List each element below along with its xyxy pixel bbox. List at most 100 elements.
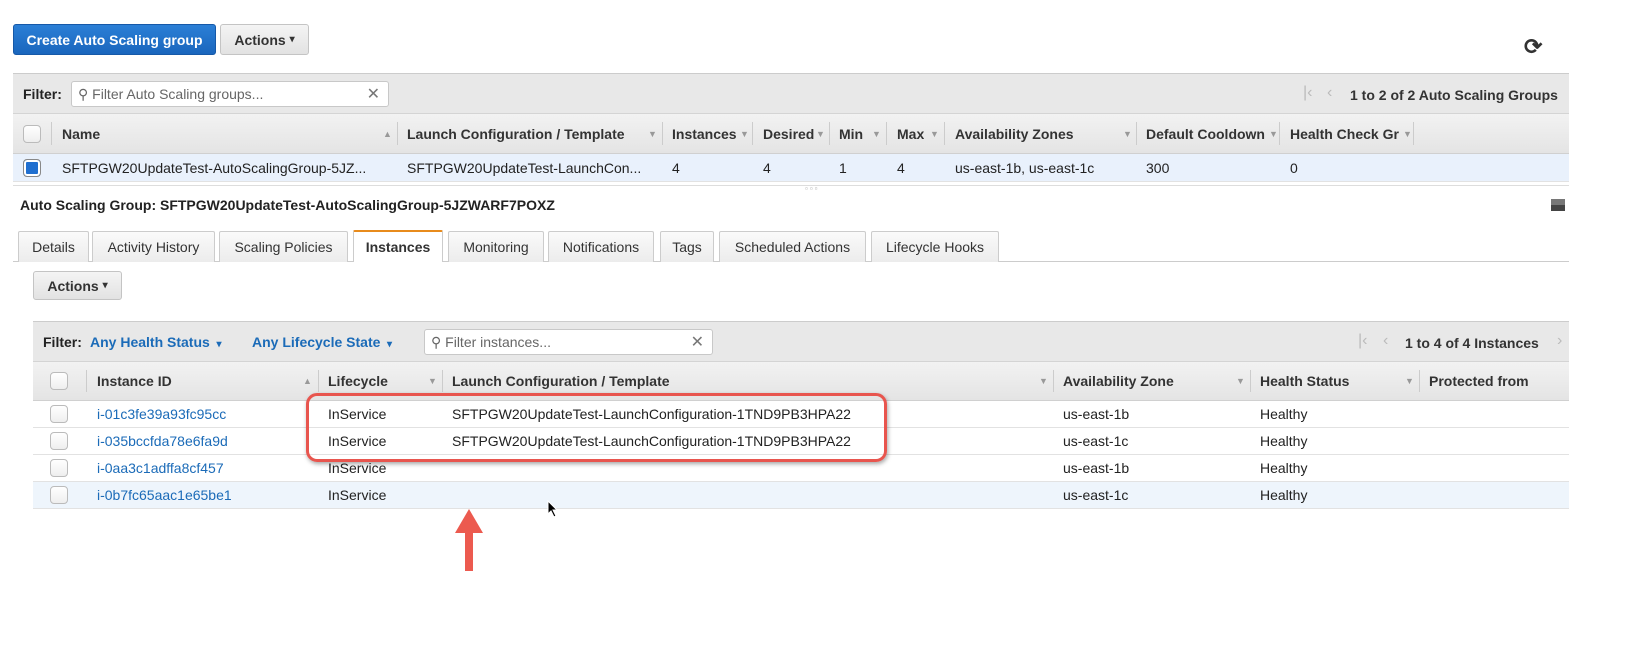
search-icon: ⚲ — [431, 333, 442, 350]
groups-filter-input[interactable]: ⚲ Filter Auto Scaling groups... ✕ — [71, 81, 389, 107]
cell-availability-zone: us-east-1b — [1063, 406, 1130, 422]
col-health-check[interactable]: Health Check Gr — [1290, 114, 1404, 153]
cell-health-status: Healthy — [1260, 460, 1308, 476]
dropdown-icon[interactable]: ▼ — [1236, 362, 1245, 400]
cell-health-status: Healthy — [1260, 406, 1308, 422]
dropdown-icon[interactable]: ▼ — [1039, 362, 1048, 400]
tab-lifecycle-hooks[interactable]: Lifecycle Hooks — [871, 231, 999, 262]
create-auto-scaling-group-button[interactable]: Create Auto Scaling group — [13, 24, 216, 55]
tab-details[interactable]: Details — [18, 231, 89, 262]
maximize-panel-icon[interactable] — [1551, 199, 1565, 211]
select-all-checkbox[interactable] — [50, 372, 68, 390]
dropdown-icon[interactable]: ▼ — [872, 114, 881, 153]
instance-id-link[interactable]: i-035bccfda78e6fa9d — [97, 428, 228, 454]
instance-id-link[interactable]: i-01c3fe39a93fc95cc — [97, 401, 226, 427]
first-page-icon[interactable]: |‹ — [1358, 332, 1367, 350]
col-health-status[interactable]: Health Status — [1260, 362, 1349, 400]
instances-filter-bar: Filter: Any Health Status ▾ Any Lifecycl… — [33, 321, 1569, 362]
filter-label: Filter: — [23, 86, 62, 102]
cell-az: us-east-1b, us-east-1c — [955, 159, 1095, 176]
next-page-icon[interactable]: › — [1557, 332, 1562, 350]
instances-pager: 1 to 4 of 4 Instances — [1405, 335, 1539, 351]
lifecycle-state-filter[interactable]: Any Lifecycle State ▾ — [252, 334, 392, 350]
actions-label: Actions — [47, 277, 99, 294]
select-all-checkbox[interactable] — [23, 125, 41, 143]
table-row[interactable]: SFTPGW20UpdateTest-AutoScalingGroup-5JZ.… — [13, 154, 1569, 182]
table-row[interactable]: i-0b7fc65aac1e65be1 InService us-east-1c… — [33, 482, 1569, 509]
instance-id-link[interactable]: i-0b7fc65aac1e65be1 — [97, 482, 232, 508]
cell-health-status: Healthy — [1260, 433, 1308, 449]
tab-scaling-policies[interactable]: Scaling Policies — [219, 231, 348, 262]
groups-filter-bar: Filter: ⚲ Filter Auto Scaling groups... ✕… — [13, 73, 1569, 114]
groups-pager: 1 to 2 of 2 Auto Scaling Groups — [1350, 87, 1558, 103]
dropdown-icon[interactable]: ▼ — [740, 114, 749, 153]
dropdown-icon[interactable]: ▼ — [1123, 114, 1132, 153]
prev-page-icon[interactable]: ‹ — [1383, 332, 1388, 350]
tab-monitoring[interactable]: Monitoring — [448, 231, 544, 262]
lifecycle-filter-label: Any Lifecycle State — [252, 334, 381, 350]
cell-name: SFTPGW20UpdateTest-AutoScalingGroup-5JZ.… — [62, 159, 367, 176]
detail-title: Auto Scaling Group: SFTPGW20UpdateTest-A… — [20, 197, 555, 213]
cell-desired: 4 — [763, 159, 771, 176]
refresh-icon[interactable]: ⟳ — [1524, 34, 1542, 60]
row-checkbox[interactable] — [23, 159, 41, 177]
dropdown-icon[interactable]: ▼ — [1405, 362, 1414, 400]
dropdown-icon[interactable]: ▼ — [816, 114, 825, 153]
tab-instances[interactable]: Instances — [353, 230, 443, 262]
clear-icon[interactable]: ✕ — [367, 84, 380, 104]
col-availability-zone[interactable]: Availability Zone — [1063, 362, 1174, 400]
instance-id-link[interactable]: i-0aa3c1adffa8cf457 — [97, 455, 224, 481]
chevron-down-icon: ▾ — [384, 339, 393, 350]
arrow-shape — [455, 509, 483, 571]
row-checkbox[interactable] — [50, 432, 68, 450]
highlight-box-annotation — [306, 393, 887, 462]
dropdown-icon[interactable]: ▼ — [648, 114, 657, 153]
dropdown-icon[interactable]: ▼ — [1269, 114, 1278, 153]
sort-asc-icon[interactable]: ▲ — [383, 114, 392, 153]
cell-min: 1 — [839, 159, 847, 176]
tab-tags[interactable]: Tags — [660, 231, 714, 262]
col-min[interactable]: Min — [839, 114, 863, 153]
cell-cooldown: 300 — [1146, 159, 1170, 176]
cell-max: 4 — [897, 159, 905, 176]
chevron-down-icon: ▾ — [102, 280, 108, 291]
cell-availability-zone: us-east-1b — [1063, 460, 1130, 476]
actions-label: Actions — [234, 31, 286, 48]
row-checkbox[interactable] — [50, 459, 68, 477]
cell-lifecycle: InService — [328, 487, 387, 503]
first-page-icon[interactable]: |‹ — [1303, 84, 1312, 102]
row-checkbox[interactable] — [50, 486, 68, 504]
col-default-cooldown[interactable]: Default Cooldown — [1146, 114, 1270, 153]
filter-label: Filter: — [43, 334, 82, 350]
splitter-handle[interactable]: ▫▫▫ — [805, 184, 820, 193]
cell-launch-config: SFTPGW20UpdateTest-LaunchCon... — [407, 159, 642, 176]
tab-scheduled-actions[interactable]: Scheduled Actions — [719, 231, 866, 262]
col-instance-id[interactable]: Instance ID — [97, 362, 172, 400]
col-max[interactable]: Max — [897, 114, 924, 153]
col-launch-config[interactable]: Launch Configuration / Template — [407, 114, 625, 153]
health-status-filter[interactable]: Any Health Status ▾ — [90, 334, 222, 350]
groups-table-header: Name ▲ Launch Configuration / Template ▼ I… — [13, 114, 1569, 154]
tab-notifications[interactable]: Notifications — [548, 231, 654, 262]
dropdown-icon[interactable]: ▼ — [930, 114, 939, 153]
health-filter-label: Any Health Status — [90, 334, 210, 350]
actions-button[interactable]: Actions ▾ — [220, 24, 309, 55]
prev-page-icon[interactable]: ‹ — [1327, 84, 1332, 102]
search-icon: ⚲ — [78, 85, 89, 102]
mouse-cursor-icon — [547, 500, 559, 518]
col-instances[interactable]: Instances — [672, 114, 740, 153]
col-name[interactable]: Name — [62, 114, 100, 153]
cell-availability-zone: us-east-1c — [1063, 487, 1129, 503]
filter-placeholder: Filter Auto Scaling groups... — [92, 86, 264, 102]
tab-activity-history[interactable]: Activity History — [92, 231, 215, 262]
cell-health-check: 0 — [1290, 159, 1298, 176]
instances-filter-input[interactable]: ⚲ Filter instances... ✕ — [424, 329, 713, 355]
clear-icon[interactable]: ✕ — [691, 332, 704, 352]
dropdown-icon[interactable]: ▼ — [1403, 114, 1412, 153]
cell-health-status: Healthy — [1260, 487, 1308, 503]
col-availability-zones[interactable]: Availability Zones — [955, 114, 1074, 153]
col-protected-from[interactable]: Protected from — [1429, 362, 1529, 400]
row-checkbox[interactable] — [50, 405, 68, 423]
instances-actions-button[interactable]: Actions ▾ — [33, 271, 122, 300]
col-desired[interactable]: Desired — [763, 114, 816, 153]
